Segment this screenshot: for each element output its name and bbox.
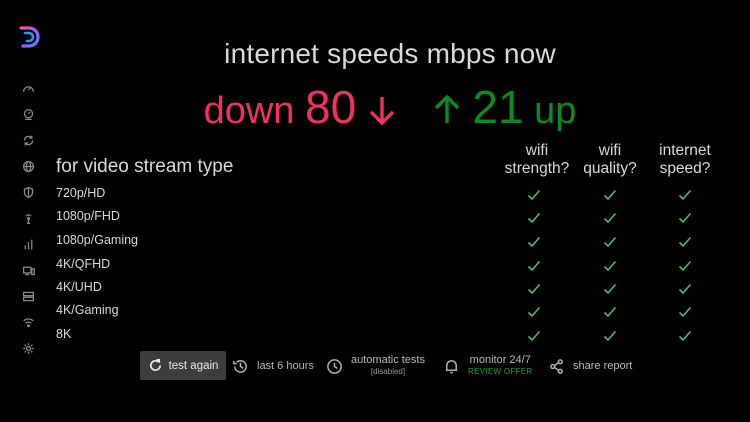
automatic-tests-button[interactable]: automatic tests [disabled] <box>326 351 425 381</box>
upload-value: 21 <box>472 81 524 133</box>
test-again-label: test again <box>168 359 219 372</box>
check-icon <box>678 235 692 248</box>
column-header-line: speed? <box>659 160 711 177</box>
column-header-internet-speed: internet speed? <box>640 142 730 178</box>
upload-label: up <box>534 90 577 132</box>
check-icon <box>603 329 617 342</box>
last-hours-button[interactable]: last 6 hours <box>232 351 314 381</box>
review-offer-label: REVIEW OFFER <box>468 367 533 376</box>
server-icon[interactable] <box>20 288 36 304</box>
clock-icon <box>327 358 342 374</box>
download-label: down <box>203 90 295 132</box>
automatic-tests-label: automatic tests <box>351 354 425 366</box>
table-title: for video stream type <box>56 156 234 177</box>
check-icon <box>678 188 692 201</box>
share-icon <box>550 358 563 374</box>
check-icon <box>527 329 541 342</box>
row-label: 4K/QFHD <box>56 257 111 271</box>
row-label: 4K/UHD <box>56 280 102 294</box>
download-value: 80 <box>304 81 357 133</box>
check-icon <box>603 235 617 248</box>
row-label: 1080p/Gaming <box>56 233 139 247</box>
column-header-line: internet <box>659 142 711 159</box>
row-label: 4K/Gaming <box>56 303 119 317</box>
bell-icon <box>445 359 458 373</box>
refresh-icon <box>149 359 161 372</box>
check-icon <box>527 305 541 318</box>
wifi-icon[interactable] <box>20 314 36 330</box>
check-icon <box>678 211 692 224</box>
check-icon <box>603 282 617 295</box>
check-icon <box>527 188 541 201</box>
page-title: internet speeds mbps now <box>224 38 556 69</box>
check-icon <box>603 305 617 318</box>
shield-icon[interactable] <box>20 184 36 200</box>
check-icon <box>527 259 541 272</box>
devices-icon[interactable] <box>20 262 36 278</box>
check-icon <box>603 211 617 224</box>
check-icon <box>678 282 692 295</box>
monitor-label: monitor 24/7 <box>469 354 531 366</box>
check-icon <box>527 282 541 295</box>
check-icon <box>678 329 692 342</box>
check-icon <box>603 188 617 201</box>
check-icon <box>678 305 692 318</box>
wifi-tower-icon[interactable] <box>20 210 36 226</box>
bottom-toolbar: test again last 6 hours automatic tests … <box>0 351 750 383</box>
share-report-label: share report <box>573 360 633 372</box>
arrow-up-icon <box>432 93 462 137</box>
check-icon <box>527 235 541 248</box>
bar-chart-icon[interactable] <box>20 236 36 252</box>
automatic-tests-text: automatic tests [disabled] <box>351 354 425 378</box>
monitor-button[interactable]: monitor 24/7 REVIEW OFFER <box>443 351 533 381</box>
row-label: 1080p/FHD <box>56 209 120 223</box>
check-icon <box>603 259 617 272</box>
row-label: 8K <box>56 327 72 341</box>
check-icon <box>527 211 541 224</box>
check-icon <box>678 259 692 272</box>
history-icon <box>233 359 247 373</box>
speed-readout: down 80 21 up <box>0 80 750 137</box>
last-hours-label: last 6 hours <box>257 360 314 372</box>
arrow-down-icon <box>367 93 397 137</box>
test-again-button[interactable]: test again <box>140 351 226 380</box>
monitor-text: monitor 24/7 REVIEW OFFER <box>468 354 533 378</box>
share-report-button[interactable]: share report <box>548 351 632 381</box>
row-label: 720p/HD <box>56 186 106 200</box>
globe-icon[interactable] <box>20 158 36 174</box>
automatic-tests-status: [disabled] <box>370 367 406 376</box>
